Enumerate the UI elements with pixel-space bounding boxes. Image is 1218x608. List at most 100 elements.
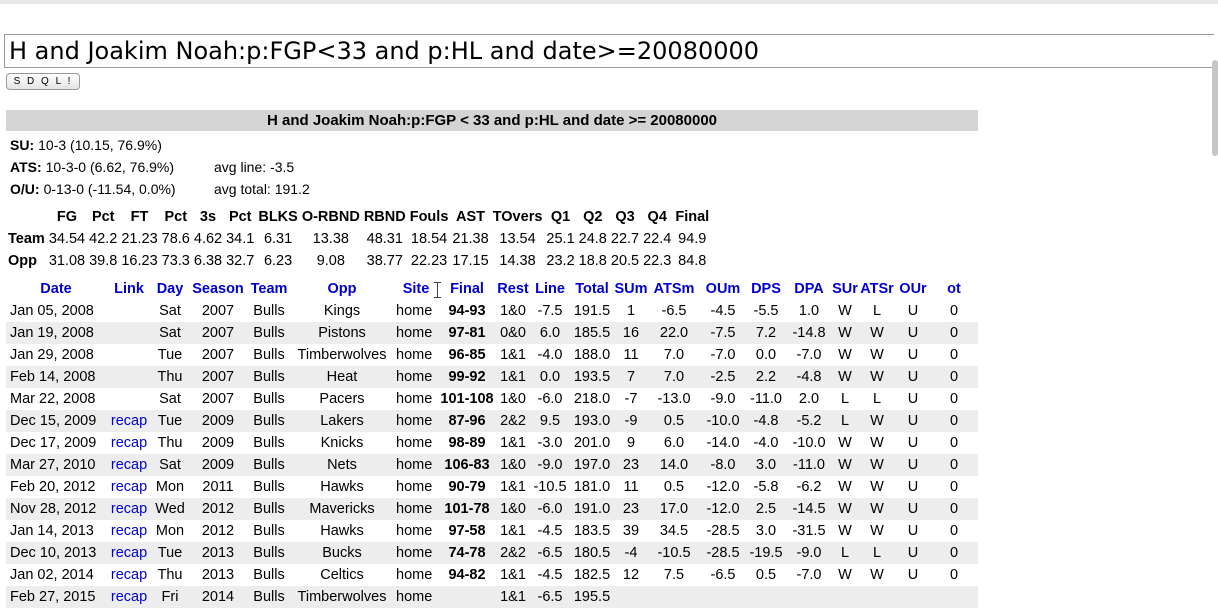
table-cell: 1&0 xyxy=(500,303,526,319)
games-header-day[interactable]: Day xyxy=(152,278,188,300)
games-body: Jan 05, 2008 Sat 2007 Bulls Kings home 94-93 1&… xyxy=(6,300,978,608)
table-cell: Feb 27, 2015 xyxy=(6,586,106,608)
sdql-query-input[interactable]: H and Joakim Noah:p:FGP<33 and p:HL and … xyxy=(4,34,1214,68)
table-cell: 1&0 xyxy=(496,454,530,476)
stats-cell: 48.31 xyxy=(366,231,403,247)
games-header-sur[interactable]: SUr xyxy=(832,278,858,300)
games-header-our[interactable]: OUr xyxy=(896,278,930,300)
table-cell: 191.0 xyxy=(570,498,614,520)
stats-cell: 6.31 xyxy=(263,231,293,247)
stats-cell: 17.15 xyxy=(452,253,489,269)
games-header-dps[interactable]: DPS xyxy=(746,278,786,300)
table-cell xyxy=(106,322,152,344)
table-cell: Jan 05, 2008 xyxy=(10,303,94,319)
table-cell: 0 xyxy=(949,567,959,583)
table-cell: Thu xyxy=(157,567,183,583)
table-cell xyxy=(746,586,786,608)
stats-cell: 16.23 xyxy=(121,253,158,269)
games-header-rest[interactable]: Rest xyxy=(496,278,530,300)
browser-top-edge xyxy=(0,0,1218,4)
stats-cell: 22.7 xyxy=(610,231,640,247)
table-cell: 1 xyxy=(626,303,636,319)
table-cell: 3.0 xyxy=(746,454,786,476)
recap-link[interactable]: recap xyxy=(106,476,152,498)
recap-link[interactable]: recap xyxy=(106,410,152,432)
games-header-dpa[interactable]: DPA xyxy=(786,278,832,300)
table-cell: U xyxy=(907,523,919,539)
summary-su: SU: 10-3 (10.15, 76.9%) xyxy=(10,136,162,154)
table-cell: W xyxy=(858,366,896,388)
table-cell: 2&2 xyxy=(496,410,530,432)
table-cell: -8.0 xyxy=(700,454,746,476)
stats-cell: 6.38 xyxy=(193,253,223,269)
stats-header-cell: Pct xyxy=(91,209,115,225)
recap-link[interactable]: recap xyxy=(106,520,152,542)
recap-link[interactable]: recap xyxy=(106,542,152,564)
table-row: Feb 14, 2008 Thu 2007 Bulls Heat home 99-92 1&1… xyxy=(6,366,978,388)
table-cell: 0 xyxy=(930,454,978,476)
table-cell: -7 xyxy=(624,391,638,407)
stats-header-cell: Final xyxy=(675,209,710,225)
table-cell: L xyxy=(872,303,882,319)
recap-link[interactable]: recap xyxy=(106,586,152,608)
stats-cell: 13.54 xyxy=(499,231,536,247)
table-cell: Lakers xyxy=(290,410,394,432)
sdql-submit-button[interactable]: S D Q L ! xyxy=(6,73,80,90)
games-header-ot[interactable]: ot xyxy=(930,278,978,300)
table-cell: 94-82 xyxy=(448,567,486,583)
games-header-atsr[interactable]: ATSr xyxy=(858,278,896,300)
table-cell: 0 xyxy=(949,347,959,363)
table-cell: -7.0 xyxy=(796,567,822,583)
table-cell: 188.0 xyxy=(573,347,611,363)
stats-header-row: FG Pct FT Pct 3s Pct BLKS O-RBND RBND Fouls AST TOv… xyxy=(6,206,711,228)
games-header-team[interactable]: Team xyxy=(248,278,290,300)
table-cell: 2013 xyxy=(188,542,248,564)
table-row: Jan 02, 2014 recap Thu 2013 Bulls Celtics home… xyxy=(6,564,978,586)
table-cell: Hawks xyxy=(320,523,364,539)
table-cell: Hawks xyxy=(320,479,364,495)
table-cell: Bulls xyxy=(253,347,285,363)
stats-cell: 18.54 xyxy=(410,231,448,247)
table-cell: 12 xyxy=(622,567,640,583)
games-header-link[interactable]: Link xyxy=(106,278,152,300)
stats-cell: 34.1 xyxy=(226,231,255,247)
page-scrollbar[interactable] xyxy=(1212,60,1218,156)
stats-header-cell: AST xyxy=(456,209,486,225)
table-cell: W xyxy=(870,479,884,495)
games-header-atsm[interactable]: ATSm xyxy=(648,278,700,300)
table-cell: Thu xyxy=(152,366,188,388)
table-cell: Bulls xyxy=(248,542,290,564)
games-header-site[interactable]: Site xyxy=(394,278,438,300)
table-cell: home xyxy=(396,347,433,363)
games-header-total[interactable]: Total xyxy=(570,278,614,300)
table-cell: Kings xyxy=(323,303,361,319)
table-cell: Timberwolves xyxy=(290,586,394,608)
stats-cell: 73.3 xyxy=(161,253,190,269)
table-cell: 14.0 xyxy=(648,454,700,476)
games-header-oum[interactable]: OUm xyxy=(700,278,746,300)
table-cell: 218.0 xyxy=(573,391,611,407)
table-cell: Bulls xyxy=(253,567,285,583)
table-cell: -6.2 xyxy=(796,479,822,495)
table-cell: 97-58 xyxy=(448,523,486,539)
games-header-season[interactable]: Season xyxy=(188,278,248,300)
games-header-final[interactable]: Final xyxy=(438,278,496,300)
games-header-opp[interactable]: Opp xyxy=(290,278,394,300)
recap-link[interactable]: recap xyxy=(106,498,152,520)
table-cell xyxy=(106,366,152,388)
games-header-date[interactable]: Date xyxy=(6,278,106,300)
table-cell: 2009 xyxy=(201,435,235,451)
games-header-line[interactable]: Line xyxy=(530,278,570,300)
recap-link[interactable]: recap xyxy=(106,454,152,476)
stats-header-cell: Q4 xyxy=(647,209,667,225)
table-cell: 0.5 xyxy=(648,410,700,432)
recap-link[interactable]: recap xyxy=(106,432,152,454)
stats-header-cell: Fouls xyxy=(409,209,449,225)
table-cell: -9.0 xyxy=(710,391,736,407)
games-header-sum[interactable]: SUm xyxy=(614,278,648,300)
table-cell: home xyxy=(394,542,438,564)
table-cell: Nets xyxy=(290,454,394,476)
table-cell: W xyxy=(870,435,884,451)
recap-link[interactable]: recap xyxy=(106,564,152,586)
table-cell: 2007 xyxy=(201,391,235,407)
